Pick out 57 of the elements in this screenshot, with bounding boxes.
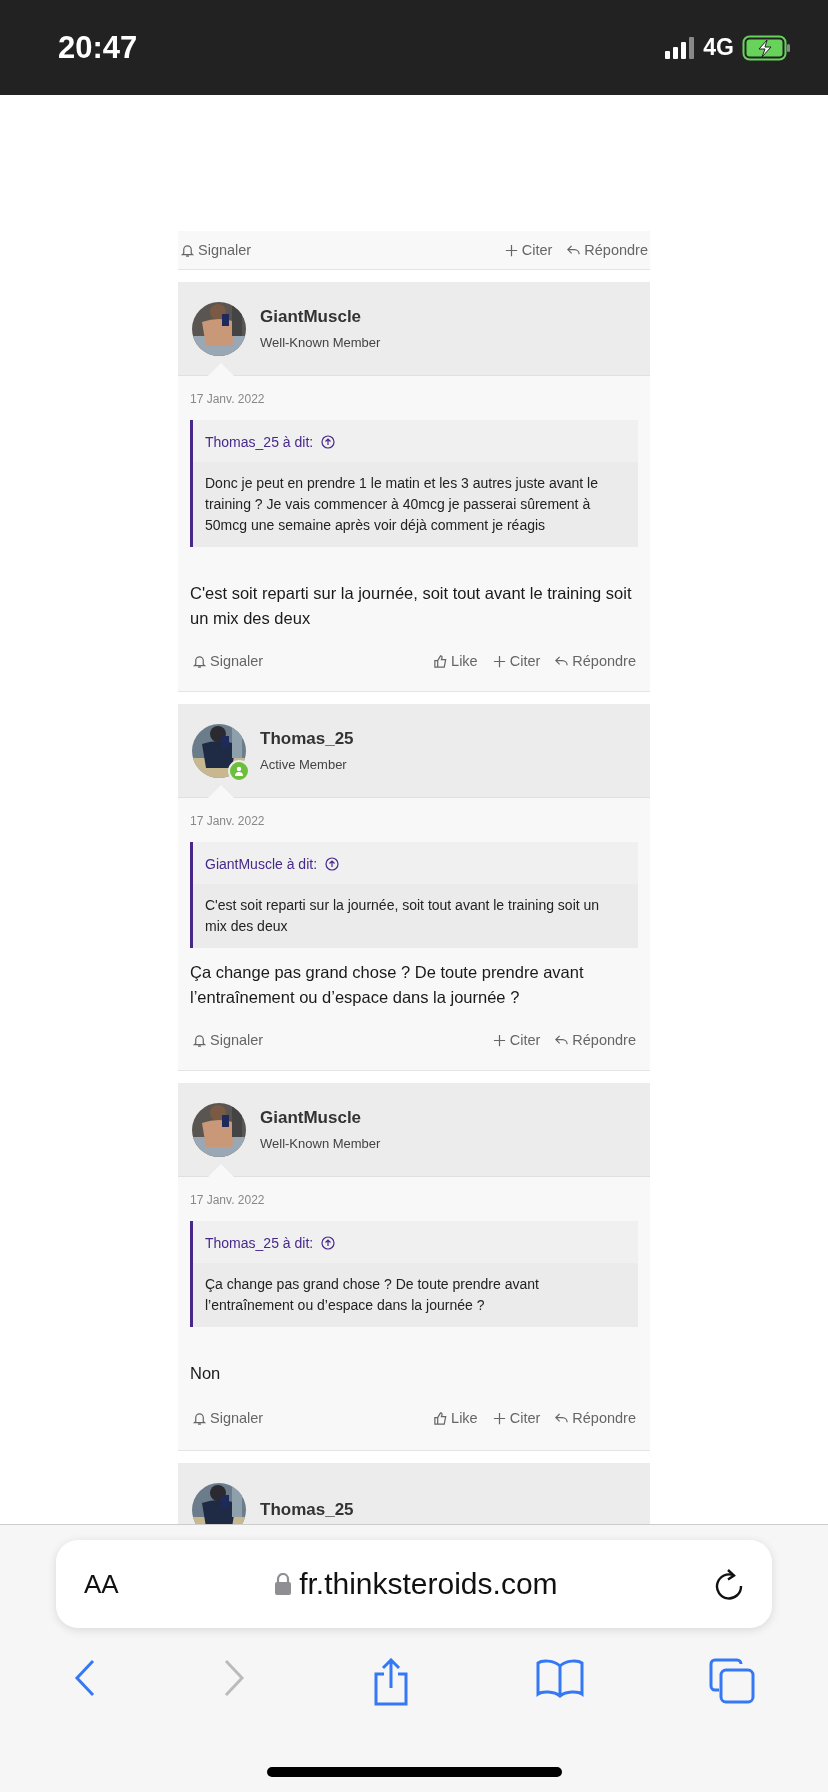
quote-text: C'est soit reparti sur la journée, soit tout avant le training soit un mix des deux xyxy=(193,884,638,948)
quote-link[interactable]: Citer xyxy=(491,1032,541,1048)
reply-link[interactable]: Répondre xyxy=(554,1410,636,1426)
author-name[interactable]: Thomas_25 xyxy=(260,729,354,749)
reply-link[interactable]: Répondre xyxy=(554,653,636,669)
clock: 20:47 xyxy=(58,29,138,66)
bell-icon xyxy=(192,653,207,669)
post-date: 17 Janv. 2022 xyxy=(190,392,266,406)
reload-icon[interactable] xyxy=(714,1568,744,1600)
network-type: 4G xyxy=(703,34,734,61)
report-link[interactable]: Signaler xyxy=(180,242,252,258)
arrow-up-icon[interactable] xyxy=(321,435,336,449)
post-message: Non xyxy=(190,1363,222,1384)
member-role: Active Member xyxy=(260,757,348,772)
report-link[interactable]: Signaler xyxy=(192,1410,264,1426)
report-link[interactable]: Signaler xyxy=(192,653,264,669)
quote-link[interactable]: Citer xyxy=(491,653,541,669)
address-bar[interactable]: AA fr.thinksteroids.com xyxy=(56,1540,772,1628)
like-link[interactable]: Like xyxy=(433,653,478,669)
like-link[interactable]: Like xyxy=(433,1410,478,1426)
tabs-button[interactable] xyxy=(709,1658,756,1706)
member-role: Well-Known Member xyxy=(260,1136,381,1151)
post-message: Ça change pas grand chose ? De toute prendre avant l’entraînement ou d’espace dans la journée ? xyxy=(190,962,585,1008)
lock-icon xyxy=(275,1573,292,1595)
bell-icon xyxy=(192,1410,207,1426)
arrow-up-icon[interactable] xyxy=(321,1236,336,1250)
text-size-button[interactable]: AA xyxy=(84,1568,119,1600)
quote-text: Donc je peut en prendre 1 le matin et les 3 autres juste avant le training ? Je vais commencer à 40mcg je passerai sûrement à 50mcg une semaine après voir déjà comment je réagis xyxy=(193,462,638,547)
member-role: Well-Known Member xyxy=(260,335,381,350)
post-date: 17 Janv. 2022 xyxy=(190,814,266,828)
author-name[interactable]: GiantMuscle xyxy=(260,307,381,327)
quote-author[interactable]: Thomas_25 à dit: xyxy=(205,434,314,450)
plus-icon xyxy=(491,1032,507,1048)
battery-icon xyxy=(742,34,792,61)
signal-icon xyxy=(665,36,696,59)
quote-link[interactable]: Citer xyxy=(491,1410,541,1426)
thumbs-up-icon xyxy=(433,653,449,669)
arrow-up-icon[interactable] xyxy=(325,857,340,871)
quote-link[interactable]: Citer xyxy=(503,242,553,258)
quote-author[interactable]: Thomas_25 à dit: xyxy=(205,1235,314,1251)
bell-icon xyxy=(192,1032,207,1048)
report-link[interactable]: Signaler xyxy=(192,1032,264,1048)
post-date: 17 Janv. 2022 xyxy=(190,1193,266,1207)
author-name[interactable]: Thomas_25 xyxy=(260,1499,354,1520)
plus-icon xyxy=(491,1410,507,1426)
thumbs-up-icon xyxy=(433,1410,449,1426)
post-message: C'est soit reparti sur la journée, soit tout avant le training soit un mix des deux xyxy=(190,583,633,629)
reply-link[interactable]: Répondre xyxy=(554,1032,636,1048)
bell-icon xyxy=(180,242,195,258)
share-button[interactable] xyxy=(372,1658,410,1706)
url-text: fr.thinksteroids.com xyxy=(299,1567,558,1601)
author-name[interactable]: GiantMuscle xyxy=(260,1108,381,1128)
plus-icon xyxy=(491,653,507,669)
plus-icon xyxy=(503,242,519,258)
reply-link[interactable]: Répondre xyxy=(566,242,648,258)
quote-text: Ça change pas grand chose ? De toute prendre avant l’entraînement ou d’espace dans la journée ? xyxy=(193,1263,638,1327)
quote-author[interactable]: GiantMuscle à dit: xyxy=(205,856,318,872)
